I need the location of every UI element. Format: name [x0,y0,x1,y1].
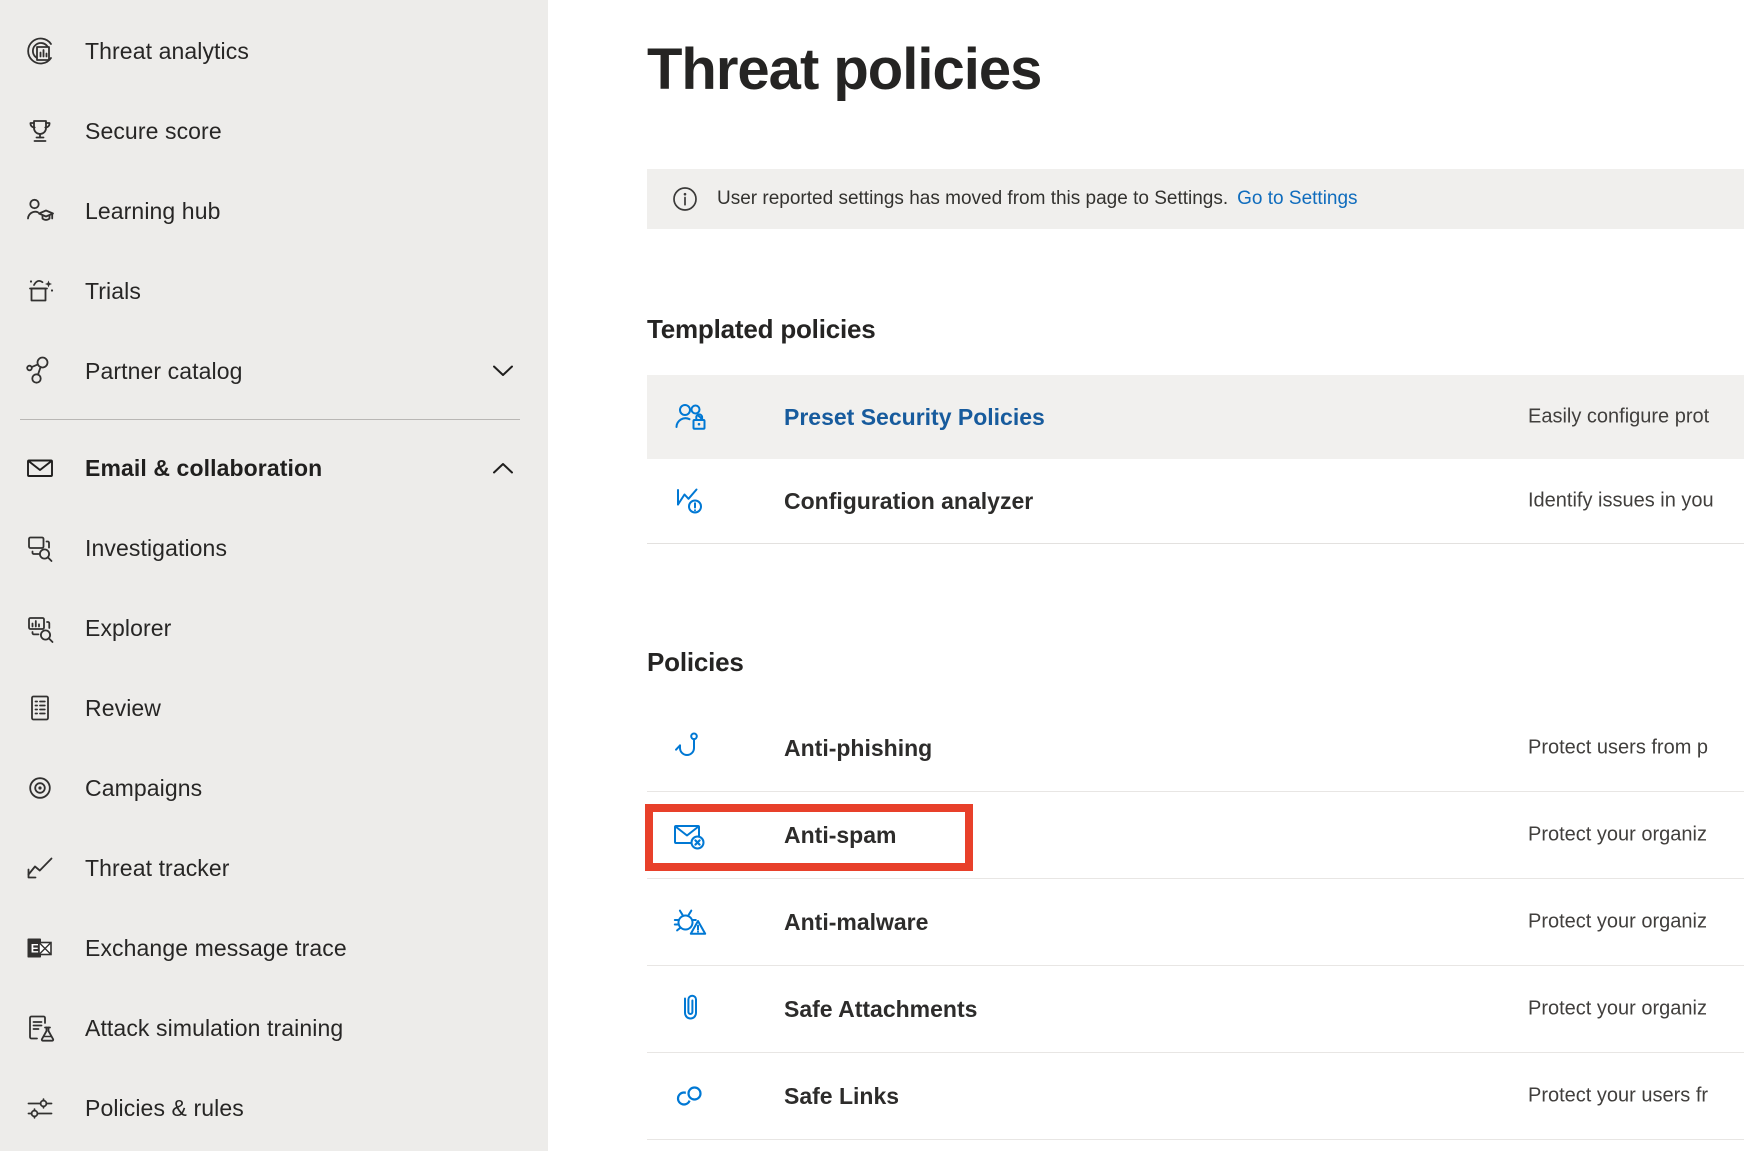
anti-malware-icon [670,902,710,942]
banner-message: User reported settings has moved from th… [717,188,1228,210]
go-to-settings-link[interactable]: Go to Settings [1237,188,1357,210]
main-content: Threat policies User reported settings h… [548,0,1744,1151]
review-icon [22,690,58,726]
sidebar-item-label: Partner catalog [85,358,242,385]
policies-list: Anti-phishing Protect users from p Anti-… [647,705,1744,1140]
sidebar-item-label: Secure score [85,118,222,145]
attack-simulation-training-icon [22,1010,58,1046]
sidebar-item-label: Campaigns [85,775,202,802]
investigations-icon [22,530,58,566]
sidebar-item-label: Investigations [85,535,227,562]
configuration-analyzer-link[interactable]: Configuration analyzer [784,488,1033,515]
safe-attachments-link[interactable]: Safe Attachments [784,996,977,1023]
row-safe-attachments[interactable]: Safe Attachments Protect your organiz [647,966,1744,1053]
row-configuration-analyzer[interactable]: Configuration analyzer Identify issues i… [647,459,1744,543]
sidebar-item-label: Exchange message trace [85,935,347,962]
row-anti-spam[interactable]: Anti-spam Protect your organiz [647,792,1744,879]
row-description: Protect your organiz [1528,998,1707,1021]
sidebar-item-attack-simulation-training[interactable]: Attack simulation training [0,988,548,1068]
trials-icon [22,273,58,309]
sidebar-item-label: Learning hub [85,198,220,225]
policies-rules-icon [22,1090,58,1126]
sidebar-item-label: Review [85,695,161,722]
chevron-down-icon[interactable] [492,365,514,378]
row-description: Protect your organiz [1528,911,1707,934]
anti-spam-icon [670,815,710,855]
exchange-message-trace-icon: E [22,930,58,966]
anti-phishing-link[interactable]: Anti-phishing [784,735,932,762]
sidebar-item-label: Threat tracker [85,855,230,882]
sidebar-item-learning-hub[interactable]: Learning hub [0,171,548,251]
sidebar-item-label: Explorer [85,615,171,642]
info-banner: User reported settings has moved from th… [647,169,1744,229]
row-safe-links[interactable]: Safe Links Protect your users fr [647,1053,1744,1140]
sidebar-item-label: Attack simulation training [85,1015,343,1042]
chevron-up-icon[interactable] [492,462,514,475]
templated-policies-list: Preset Security Policies Easily configur… [647,375,1744,544]
sidebar-item-label: Threat analytics [85,38,249,65]
sidebar-item-email-collaboration[interactable]: Email & collaboration [0,428,548,508]
sidebar-item-partner-catalog[interactable]: Partner catalog [0,331,548,411]
row-description: Protect users from p [1528,737,1708,760]
sidebar-item-explorer[interactable]: Explorer [0,588,548,668]
safe-links-link[interactable]: Safe Links [784,1083,899,1110]
page-title: Threat policies [647,34,1744,106]
threat-policies-page: Threat analytics Secure score [0,0,1744,1151]
sidebar-item-label: Email & collaboration [85,455,322,482]
sidebar: Threat analytics Secure score [0,0,548,1151]
threat-analytics-icon [22,33,58,69]
row-anti-phishing[interactable]: Anti-phishing Protect users from p [647,705,1744,792]
preset-security-policies-icon [670,397,710,437]
sidebar-item-investigations[interactable]: Investigations [0,508,548,588]
sidebar-item-trials[interactable]: Trials [0,251,548,331]
safe-attachments-icon [670,989,710,1029]
safe-links-icon [670,1076,710,1116]
info-icon [672,186,698,212]
row-description: Protect your users fr [1528,1085,1708,1108]
section-heading-templated-policies: Templated policies [647,312,1744,346]
sidebar-item-secure-score[interactable]: Secure score [0,91,548,171]
row-description: Identify issues in you [1528,490,1714,513]
row-anti-malware[interactable]: Anti-malware Protect your organiz [647,879,1744,966]
preset-security-policies-link[interactable]: Preset Security Policies [784,404,1045,431]
campaigns-icon [22,770,58,806]
threat-tracker-icon [22,850,58,886]
explorer-icon [22,610,58,646]
sidebar-item-threat-analytics[interactable]: Threat analytics [0,11,548,91]
row-description: Protect your organiz [1528,824,1707,847]
sidebar-item-review[interactable]: Review [0,668,548,748]
secure-score-icon [22,113,58,149]
row-preset-security-policies[interactable]: Preset Security Policies Easily configur… [647,375,1744,459]
sidebar-item-campaigns[interactable]: Campaigns [0,748,548,828]
sidebar-item-label: Policies & rules [85,1095,244,1122]
anti-phishing-icon [670,728,710,768]
email-icon [22,450,58,486]
partner-catalog-icon [22,353,58,389]
learning-hub-icon [22,193,58,229]
sidebar-item-threat-tracker[interactable]: Threat tracker [0,828,548,908]
anti-spam-link[interactable]: Anti-spam [784,822,896,849]
sidebar-divider [20,419,520,420]
sidebar-item-label: Trials [85,278,141,305]
row-description: Easily configure prot [1528,406,1709,429]
svg-text:E: E [31,942,39,956]
configuration-analyzer-icon [670,481,710,521]
anti-malware-link[interactable]: Anti-malware [784,909,928,936]
sidebar-item-policies-rules[interactable]: Policies & rules [0,1068,548,1148]
section-heading-policies: Policies [647,645,1744,679]
sidebar-item-exchange-message-trace[interactable]: E Exchange message trace [0,908,548,988]
